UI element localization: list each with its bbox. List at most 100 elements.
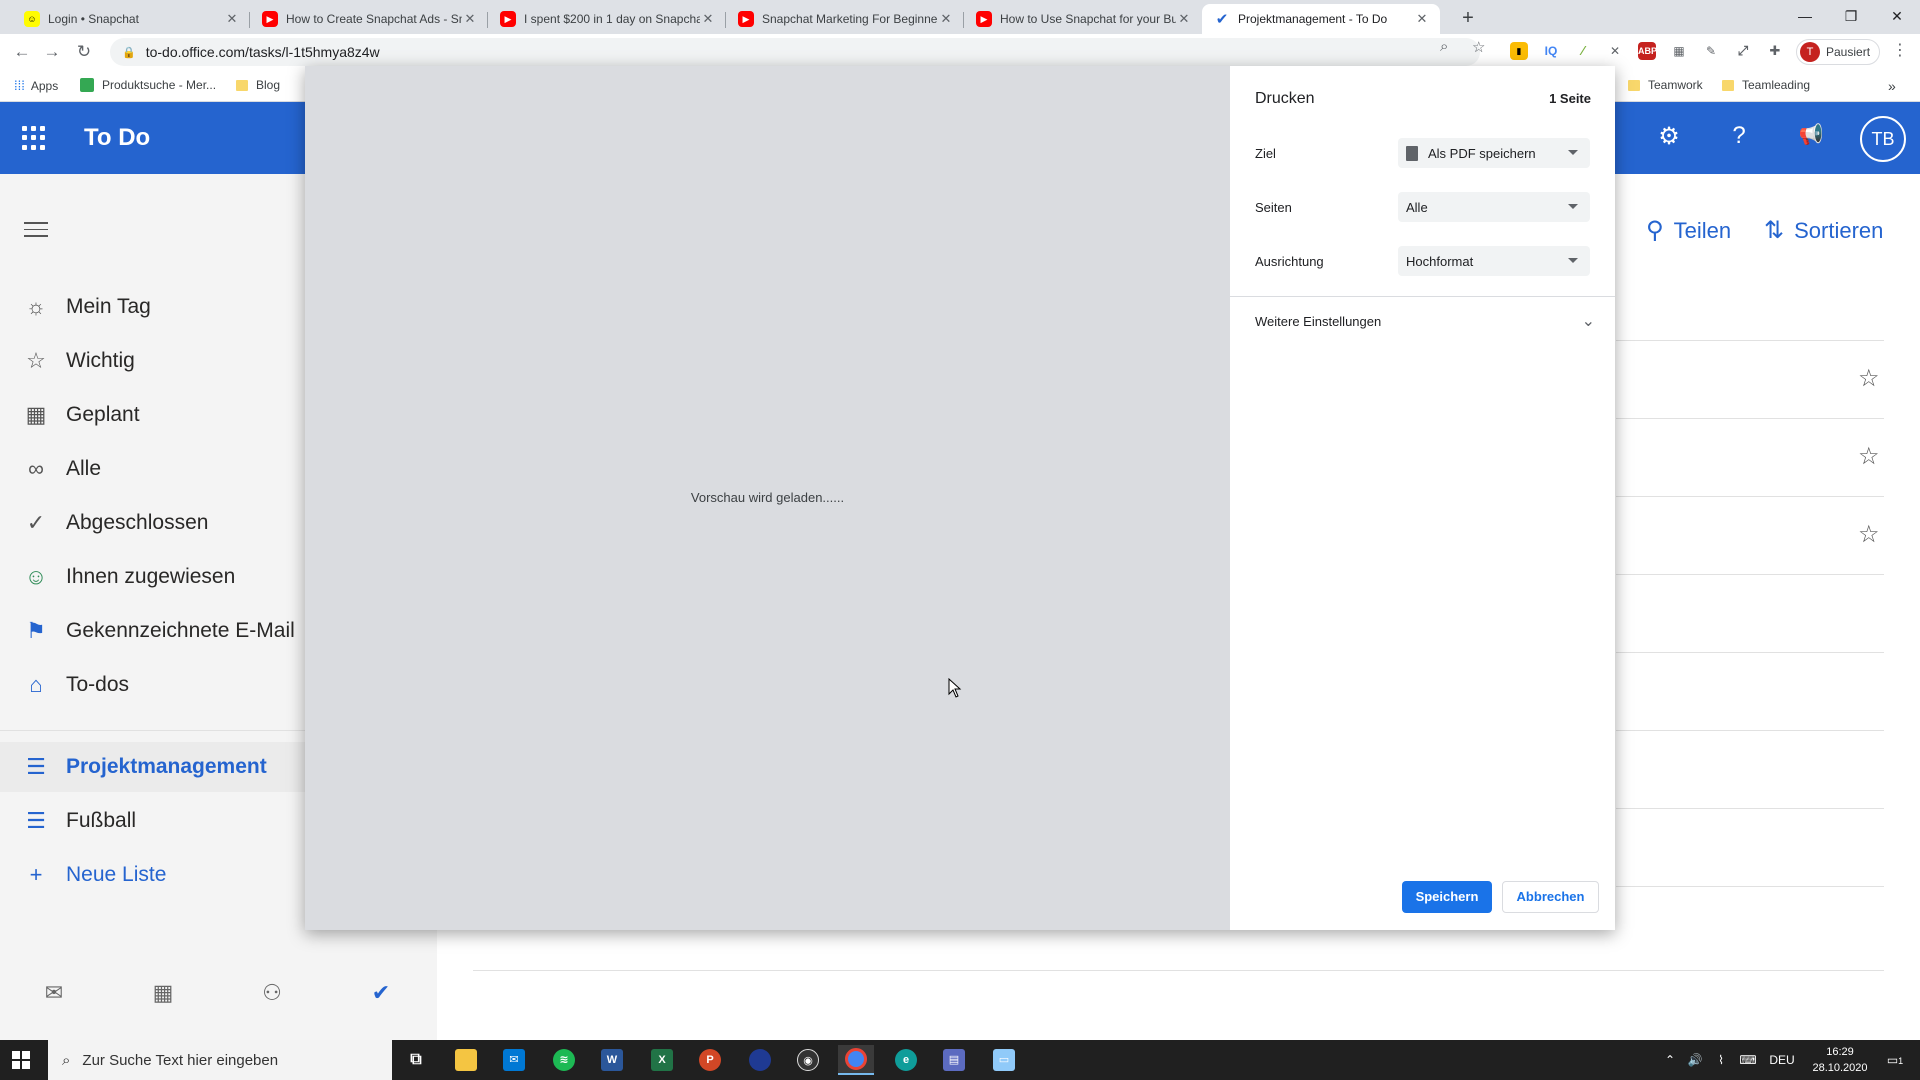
minimize-icon[interactable]: — bbox=[1782, 2, 1828, 30]
help-icon[interactable]: ? bbox=[1724, 122, 1754, 150]
restore-icon[interactable]: ❐ bbox=[1828, 2, 1874, 30]
extension-pen-icon[interactable]: ⁄ bbox=[1574, 42, 1592, 60]
reload-icon[interactable]: ↻ bbox=[72, 40, 96, 64]
megaphone-icon[interactable]: 📢 bbox=[1796, 122, 1826, 147]
people-icon[interactable]: ⚇ bbox=[256, 980, 288, 1006]
excel-icon[interactable]: X bbox=[644, 1045, 680, 1075]
folder-icon bbox=[1722, 79, 1734, 91]
browser-tab[interactable]: ▶ How to Create Snapchat Ads - Sn ✕ bbox=[250, 4, 488, 34]
menu-icon[interactable]: ⋮ bbox=[1892, 40, 1908, 60]
bookmark-apps[interactable]: ⁞⁞⁞ Apps bbox=[14, 78, 58, 93]
star-icon[interactable]: ☆ bbox=[1858, 442, 1880, 471]
star-icon[interactable]: ☆ bbox=[1858, 364, 1880, 393]
browser-tab[interactable]: ▶ I spent $200 in 1 day on Snapcha ✕ bbox=[488, 4, 726, 34]
extension-icon[interactable]: ▮ bbox=[1510, 42, 1528, 60]
bookmark-blog[interactable]: Blog bbox=[236, 78, 280, 92]
chevron-down-icon: ⌄ bbox=[1581, 313, 1595, 330]
forward-icon[interactable]: → bbox=[40, 40, 64, 64]
orientation-select[interactable]: Hochformat bbox=[1398, 246, 1590, 276]
volume-icon[interactable]: 🔊 bbox=[1684, 1040, 1706, 1080]
app-launcher-icon[interactable] bbox=[22, 126, 46, 150]
print-preview: Vorschau wird geladen...... bbox=[305, 66, 1230, 930]
page-count: 1 Seite bbox=[1549, 91, 1591, 106]
chrome-icon[interactable] bbox=[838, 1045, 874, 1075]
mail-icon[interactable]: ✉ bbox=[38, 980, 70, 1006]
folder-icon bbox=[236, 79, 248, 91]
task-view-icon[interactable]: ⧉ bbox=[398, 1045, 434, 1075]
print-settings-panel: Drucken 1 Seite Ziel Als PDF speichern S… bbox=[1230, 66, 1615, 930]
zoom-icon[interactable]: ⌕ bbox=[1440, 38, 1448, 55]
tab-title: Snapchat Marketing For Beginne bbox=[762, 12, 938, 26]
app-icon[interactable]: ▤ bbox=[936, 1045, 972, 1075]
chevron-down-icon bbox=[1568, 150, 1578, 155]
tab-title: How to Create Snapchat Ads - Sn bbox=[286, 12, 462, 26]
destination-select[interactable]: Als PDF speichern bbox=[1398, 138, 1590, 168]
fullscreen-icon[interactable]: ⤢ bbox=[1734, 42, 1752, 60]
bookmark-produktsuche[interactable]: Produktsuche - Mer... bbox=[80, 78, 216, 92]
windows-taskbar: ⌕ Zur Suche Text hier eingeben ⧉ ✉ ≋ W X… bbox=[0, 1040, 1920, 1080]
windows-start-icon[interactable] bbox=[12, 1051, 30, 1069]
extension-grid-icon[interactable]: ▦ bbox=[1670, 42, 1688, 60]
notification-center[interactable]: ▭1 bbox=[1880, 1040, 1910, 1080]
browser-tab-active[interactable]: ✔ Projektmanagement - To Do ✕ bbox=[1202, 4, 1440, 34]
puzzle-icon[interactable]: ✚ bbox=[1766, 42, 1784, 60]
app-title[interactable]: To Do bbox=[84, 124, 150, 152]
bookmark-teamleading[interactable]: Teamleading bbox=[1722, 78, 1810, 92]
powerpoint-icon[interactable]: P bbox=[692, 1045, 728, 1075]
extension-iq-icon[interactable]: IQ bbox=[1542, 42, 1560, 60]
notification-icon: ▭ bbox=[1886, 1053, 1899, 1067]
infinity-icon: ∞ bbox=[28, 456, 44, 481]
save-button[interactable]: Speichern bbox=[1402, 881, 1492, 913]
taskbar-search-input[interactable]: ⌕ Zur Suche Text hier eingeben bbox=[48, 1040, 392, 1080]
browser-tab[interactable]: ▶ Snapchat Marketing For Beginne ✕ bbox=[726, 4, 964, 34]
eyedropper-icon[interactable]: ✎ bbox=[1702, 42, 1720, 60]
back-icon[interactable]: ← bbox=[10, 40, 34, 64]
spotify-icon[interactable]: ≋ bbox=[546, 1045, 582, 1075]
browser-tab[interactable]: ▶ How to Use Snapchat for your Bu ✕ bbox=[964, 4, 1202, 34]
share-person-icon: ⚲ bbox=[1646, 217, 1664, 244]
profile-button[interactable]: T Pausiert bbox=[1796, 39, 1880, 65]
bookmarks-more-button[interactable]: » bbox=[1888, 78, 1896, 94]
calendar-icon[interactable]: ▦ bbox=[147, 980, 179, 1006]
language-indicator[interactable]: DEU bbox=[1764, 1040, 1800, 1080]
user-avatar[interactable]: TB bbox=[1860, 116, 1906, 162]
keyboard-icon[interactable]: ⌨ bbox=[1736, 1040, 1760, 1080]
more-settings-toggle[interactable]: Weitere Einstellungen ⌄ bbox=[1255, 313, 1595, 330]
app-icon[interactable] bbox=[742, 1045, 778, 1075]
browser-tab[interactable]: ☺ Login • Snapchat ✕ bbox=[12, 4, 250, 34]
word-icon[interactable]: W bbox=[594, 1045, 630, 1075]
pages-select[interactable]: Alle bbox=[1398, 192, 1590, 222]
edge-icon[interactable]: e bbox=[888, 1045, 924, 1075]
star-icon[interactable]: ☆ bbox=[1858, 520, 1880, 549]
hamburger-icon[interactable] bbox=[24, 222, 48, 242]
cancel-button[interactable]: Abbrechen bbox=[1502, 881, 1599, 913]
todo-check-icon[interactable]: ✔ bbox=[365, 980, 397, 1006]
gear-icon[interactable]: ⚙ bbox=[1654, 122, 1684, 151]
mail-app-icon[interactable]: ✉ bbox=[496, 1045, 532, 1075]
adblock-icon[interactable]: ABP bbox=[1638, 42, 1657, 60]
close-icon[interactable]: ✕ bbox=[462, 11, 478, 27]
app-icon[interactable]: ▭ bbox=[986, 1045, 1022, 1075]
close-icon[interactable]: ✕ bbox=[1176, 11, 1192, 27]
obs-icon[interactable]: ◉ bbox=[790, 1045, 826, 1075]
share-button[interactable]: ⚲ Teilen bbox=[1646, 216, 1731, 245]
window-close-icon[interactable]: ✕ bbox=[1874, 2, 1920, 30]
extension-x-icon[interactable]: ✕ bbox=[1606, 42, 1624, 60]
bookmark-star-icon[interactable]: ☆ bbox=[1472, 38, 1485, 56]
tab-title: I spent $200 in 1 day on Snapcha bbox=[524, 12, 700, 26]
file-explorer-icon[interactable] bbox=[448, 1045, 484, 1075]
tray-chevron-icon[interactable]: ⌃ bbox=[1660, 1040, 1680, 1080]
document-icon bbox=[1406, 145, 1418, 161]
close-icon[interactable]: ✕ bbox=[224, 11, 240, 27]
address-bar[interactable]: 🔒 to-do.office.com/tasks/l-1t5hmya8z4w bbox=[110, 38, 1480, 66]
orientation-row: Ausrichtung Hochformat bbox=[1255, 246, 1595, 276]
close-icon[interactable]: ✕ bbox=[1414, 11, 1430, 27]
network-icon[interactable]: ⌇ bbox=[1710, 1040, 1732, 1080]
star-icon: ☆ bbox=[26, 348, 46, 373]
sort-button[interactable]: ⇅ Sortieren bbox=[1764, 216, 1883, 245]
new-tab-button[interactable]: + bbox=[1456, 6, 1480, 30]
close-icon[interactable]: ✕ bbox=[700, 11, 716, 27]
close-icon[interactable]: ✕ bbox=[938, 11, 954, 27]
system-clock[interactable]: 16:29 28.10.2020 bbox=[1810, 1044, 1870, 1076]
bookmark-teamwork[interactable]: Teamwork bbox=[1628, 78, 1703, 92]
